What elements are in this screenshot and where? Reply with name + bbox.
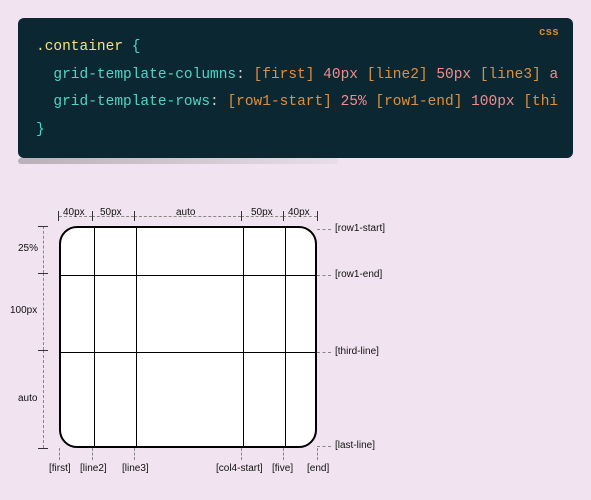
col-size: 50px (100, 207, 122, 218)
col-line (94, 228, 95, 446)
row-line (61, 275, 315, 276)
col-size: auto (176, 207, 195, 218)
grid-diagram: 40px 50px auto 50px 40px 25% 100px auto … (18, 195, 448, 485)
row-size: 25% (18, 243, 38, 254)
code-block: css .container { grid-template-columns: … (18, 18, 573, 158)
grid-container (59, 226, 317, 448)
scrollbar-shadow (18, 158, 338, 164)
code-line-prop: grid-template-columns: [first] 40px [lin… (36, 62, 555, 90)
row-line-name: [row1-end] (335, 269, 382, 280)
code-content[interactable]: .container { grid-template-columns: [fir… (36, 34, 555, 144)
row-size: 100px (10, 305, 37, 316)
row-line-name: [third-line] (335, 346, 379, 357)
col-line-name: [five] (272, 463, 293, 474)
col-line-name: [end] (307, 463, 329, 474)
row-line-name: [last-line] (335, 440, 375, 451)
code-line-prop: grid-template-rows: [row1-start] 25% [ro… (36, 89, 555, 117)
code-language-label: css (539, 26, 559, 38)
col-line-name: [line3] (122, 463, 149, 474)
col-line (136, 228, 137, 446)
brace-close: } (36, 122, 45, 138)
row-line (61, 352, 315, 353)
col-line (285, 228, 286, 446)
col-size: 40px (63, 207, 85, 218)
col-line-name: [line2] (80, 463, 107, 474)
code-line-close: } (36, 117, 555, 145)
col-line-name: [first] (49, 463, 71, 474)
row-size: auto (18, 393, 37, 404)
code-line-selector: .container { (36, 34, 555, 62)
row-line-name: [row1-start] (335, 223, 385, 234)
col-size: 40px (288, 207, 310, 218)
col-size: 50px (251, 207, 273, 218)
brace-open: { (132, 39, 141, 55)
col-line-name: [col4-start] (216, 463, 263, 474)
col-line (243, 228, 244, 446)
selector: .container (36, 39, 123, 55)
